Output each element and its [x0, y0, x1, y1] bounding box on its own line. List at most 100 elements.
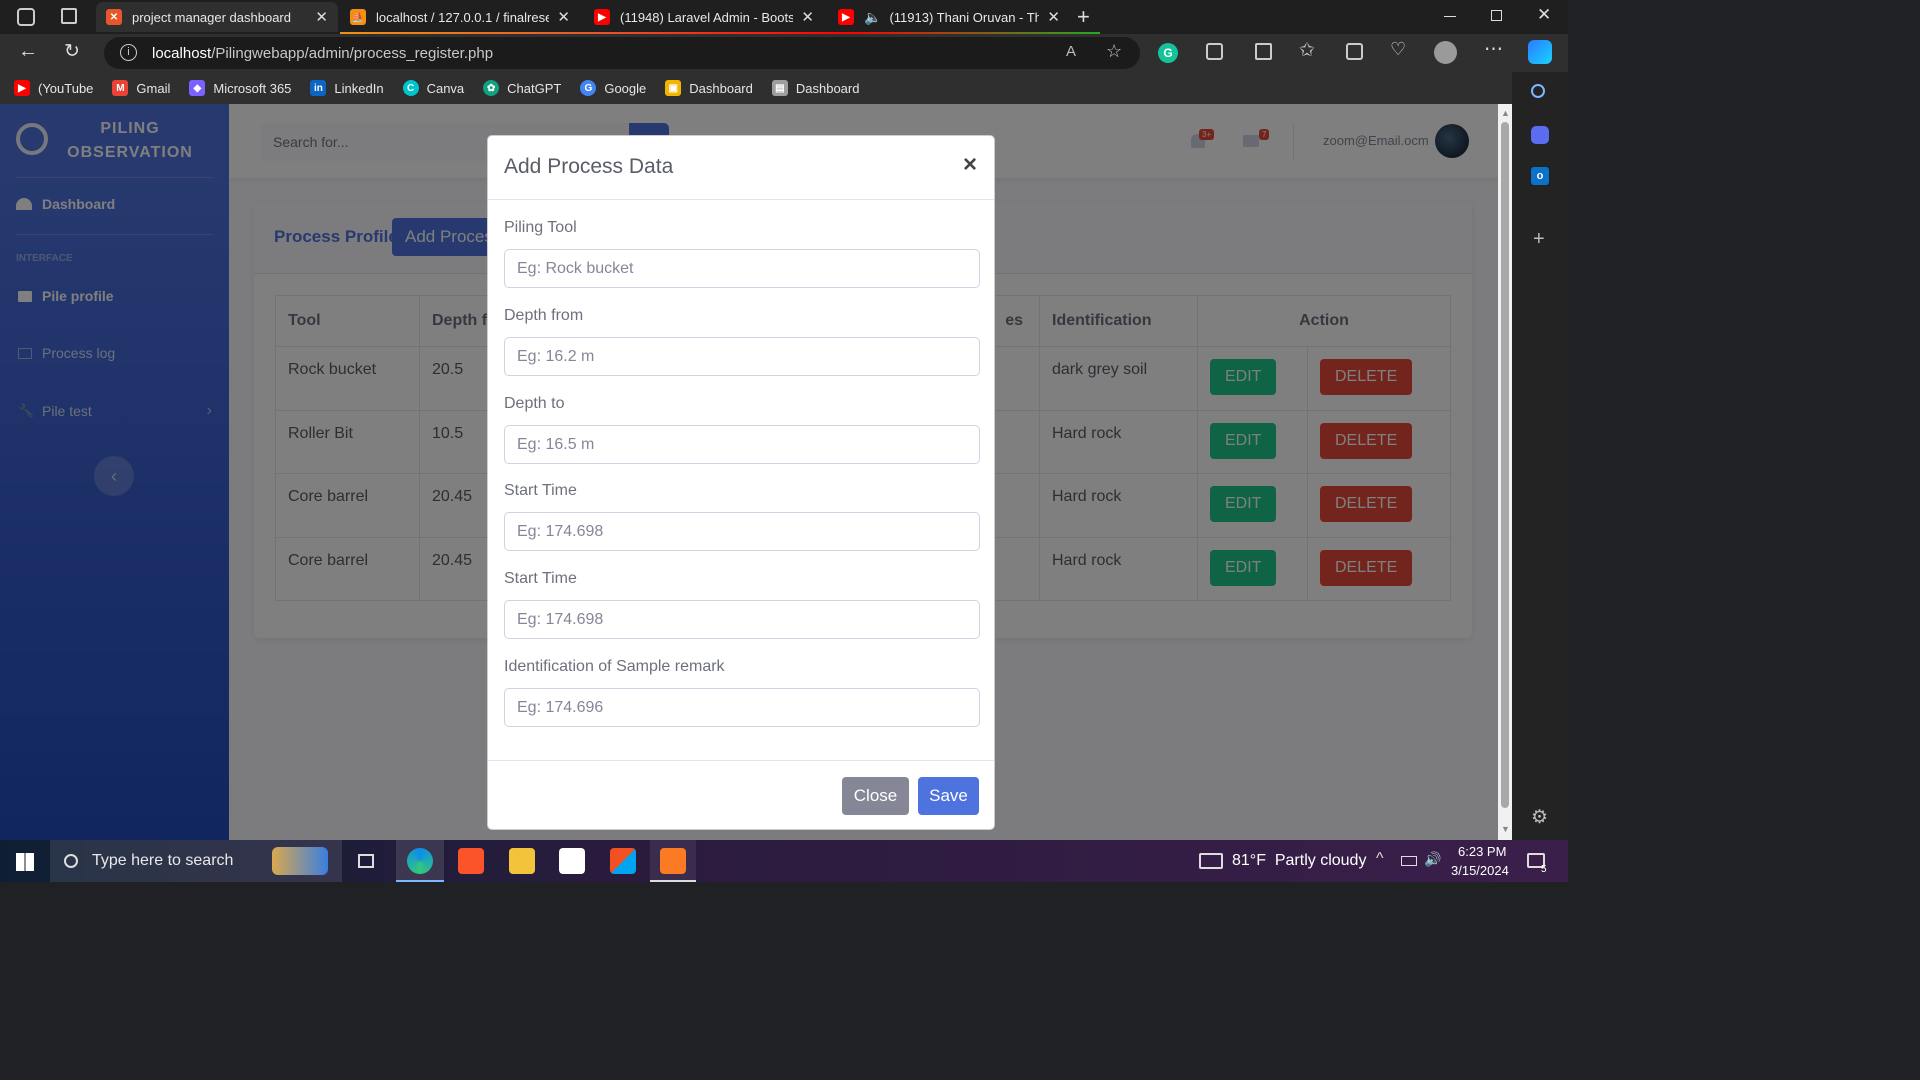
edge-icon — [407, 848, 433, 874]
youtube-icon: ▶ — [838, 9, 854, 25]
depth-from-input[interactable] — [504, 337, 980, 376]
sidebar-settings-icon[interactable]: ⚙ — [1531, 806, 1548, 829]
split-screen-icon[interactable] — [1255, 43, 1272, 60]
close-window-icon[interactable]: ✕ — [1537, 5, 1551, 25]
battery-icon[interactable] — [1401, 856, 1417, 866]
identification-remark-input[interactable] — [504, 688, 980, 727]
new-tab-button[interactable]: + — [1077, 4, 1090, 30]
close-tab-icon[interactable]: ✕ — [557, 8, 570, 26]
bookmark-label: LinkedIn — [334, 80, 384, 96]
minimize-icon[interactable] — [1444, 16, 1456, 17]
more-options-icon[interactable]: ⋯ — [1484, 38, 1503, 61]
field-label-depth-to: Depth to — [504, 395, 565, 412]
piling-tool-input[interactable] — [504, 249, 980, 288]
edge-sidebar: o + ⚙ — [1512, 72, 1568, 840]
speaker-icon[interactable]: 🔈 — [864, 9, 881, 26]
tab-actions-icon[interactable] — [61, 8, 77, 24]
url-field[interactable]: i localhost/Pilingwebapp/admin/process_r… — [104, 37, 1140, 69]
tab-title: (11913) Thani Oruvan - The — [889, 9, 1040, 25]
bookmark-gmail[interactable]: M Gmail — [112, 80, 170, 96]
bookmarks-bar: ▶ (YouTube M Gmail ◆ Microsoft 365 in Linked… — [0, 72, 1512, 104]
copilot-icon[interactable] — [1528, 40, 1552, 64]
modal-footer: Close Save — [488, 760, 994, 830]
bookmark-microsoft-365[interactable]: ◆ Microsoft 365 — [189, 80, 291, 96]
volume-icon[interactable]: 🔊 — [1424, 851, 1441, 868]
bookmark-chatgpt[interactable]: ✿ ChatGPT — [483, 80, 561, 96]
close-tab-icon[interactable]: ✕ — [801, 8, 814, 26]
page-scrollbar[interactable]: ▲ ▼ — [1498, 104, 1512, 840]
bookmark-label: Canva — [426, 80, 465, 96]
bookmark-label: Gmail — [136, 80, 171, 96]
bookmark-dashboard-1[interactable]: ▣ Dashboard — [665, 80, 753, 96]
microsoft-365-icon: ◆ — [189, 80, 206, 96]
modal-title: Add Process Data — [504, 155, 674, 178]
bookmark-label: ChatGPT — [507, 80, 562, 96]
depth-to-input[interactable] — [504, 425, 980, 464]
scroll-thumb[interactable] — [1501, 122, 1509, 808]
profile-avatar-icon[interactable] — [1434, 41, 1457, 64]
search-highlight-icon — [272, 847, 328, 875]
close-tab-icon[interactable]: ✕ — [315, 8, 328, 26]
clock-date[interactable]: 3/15/2024 — [1451, 863, 1509, 878]
refresh-icon[interactable]: ↻ — [64, 40, 80, 63]
taskbar-search-box[interactable]: Type here to search — [50, 840, 342, 882]
bookmark-youtube[interactable]: ▶ (YouTube — [14, 80, 93, 96]
add-sidebar-app-icon[interactable]: + — [1533, 228, 1545, 251]
gmail-icon: M — [112, 80, 129, 96]
scroll-up-arrow[interactable]: ▲ — [1501, 108, 1510, 118]
bookmark-linkedin[interactable]: in LinkedIn — [310, 80, 384, 96]
start-time-input-2[interactable] — [504, 600, 980, 639]
linkedin-icon: in — [310, 80, 327, 96]
youtube-icon: ▶ — [594, 9, 610, 25]
modal-close-icon[interactable]: × — [963, 151, 977, 179]
workspaces-icon[interactable] — [17, 8, 35, 26]
tab-thani-oruvan[interactable]: ▶ 🔈 (11913) Thani Oruvan - The ✕ — [828, 2, 1070, 32]
read-aloud-icon[interactable]: A — [1066, 43, 1076, 60]
chevron-up-icon[interactable]: ^ — [1376, 850, 1384, 868]
tab-project-manager[interactable]: ✕ project manager dashboard ✕ — [96, 2, 338, 32]
bookmark-canva[interactable]: C Canva — [402, 80, 465, 96]
bookmark-google[interactable]: G Google — [580, 80, 646, 96]
windows-start-icon[interactable] — [16, 853, 34, 871]
collections-icon[interactable] — [1346, 43, 1363, 60]
close-tab-icon[interactable]: ✕ — [1047, 8, 1060, 26]
task-view-icon[interactable] — [358, 854, 374, 868]
tab-laravel-admin[interactable]: ▶ (11948) Laravel Admin - Bootstra ✕ — [584, 2, 824, 32]
save-button[interactable]: Save — [918, 777, 979, 815]
close-button[interactable]: Close — [842, 777, 909, 815]
restore-icon[interactable] — [1491, 10, 1502, 21]
site-info-icon[interactable]: i — [120, 44, 137, 61]
phpmyadmin-icon: ⛵ — [350, 9, 366, 25]
field-label-identification-remark: Identification of Sample remark — [504, 658, 725, 675]
copilot-sidebar-icon[interactable] — [1531, 126, 1549, 144]
back-icon[interactable]: ← — [18, 40, 38, 63]
brave-icon[interactable] — [458, 848, 484, 874]
weather-icon[interactable] — [1199, 853, 1223, 869]
tab-title: (11948) Laravel Admin - Bootstra — [620, 9, 794, 25]
file-explorer-icon[interactable] — [509, 848, 535, 874]
outlook-icon[interactable]: o — [1531, 167, 1549, 185]
browser-tab-bar: ✕ project manager dashboard ✕ ⛵ localhos… — [0, 0, 1568, 34]
youtube-icon: ▶ — [14, 80, 30, 96]
tab-phpmyadmin[interactable]: ⛵ localhost / 127.0.0.1 / finalresear ✕ — [340, 2, 580, 32]
mail-icon[interactable] — [559, 848, 585, 874]
start-time-input[interactable] — [504, 512, 980, 551]
add-process-modal: Add Process Data × Piling Tool Depth fro… — [487, 135, 995, 830]
bookmark-label: Google — [604, 80, 647, 96]
bookmark-dashboard-2[interactable]: ▤ Dashboard — [771, 80, 859, 96]
microsoft-store-icon[interactable] — [610, 848, 636, 874]
field-label-start-time-2: Start Time — [504, 570, 577, 587]
grammarly-icon[interactable]: G — [1158, 43, 1178, 63]
field-label-piling-tool: Piling Tool — [504, 219, 577, 236]
clock-time[interactable]: 6:23 PM — [1458, 844, 1506, 859]
browser-essentials-icon[interactable]: ♡ — [1390, 39, 1406, 60]
chatgpt-icon: ✿ — [483, 80, 500, 96]
search-icon[interactable] — [1531, 84, 1545, 98]
favorite-star-icon[interactable]: ☆ — [1106, 41, 1122, 62]
extensions-icon[interactable] — [1206, 43, 1223, 60]
xampp-icon — [660, 848, 686, 874]
modal-header: Add Process Data × — [488, 136, 994, 200]
favorites-icon[interactable]: ✩ — [1299, 39, 1315, 62]
weather-text[interactable]: 81°F Partly cloudy — [1232, 852, 1366, 870]
scroll-down-arrow[interactable]: ▼ — [1501, 824, 1510, 834]
